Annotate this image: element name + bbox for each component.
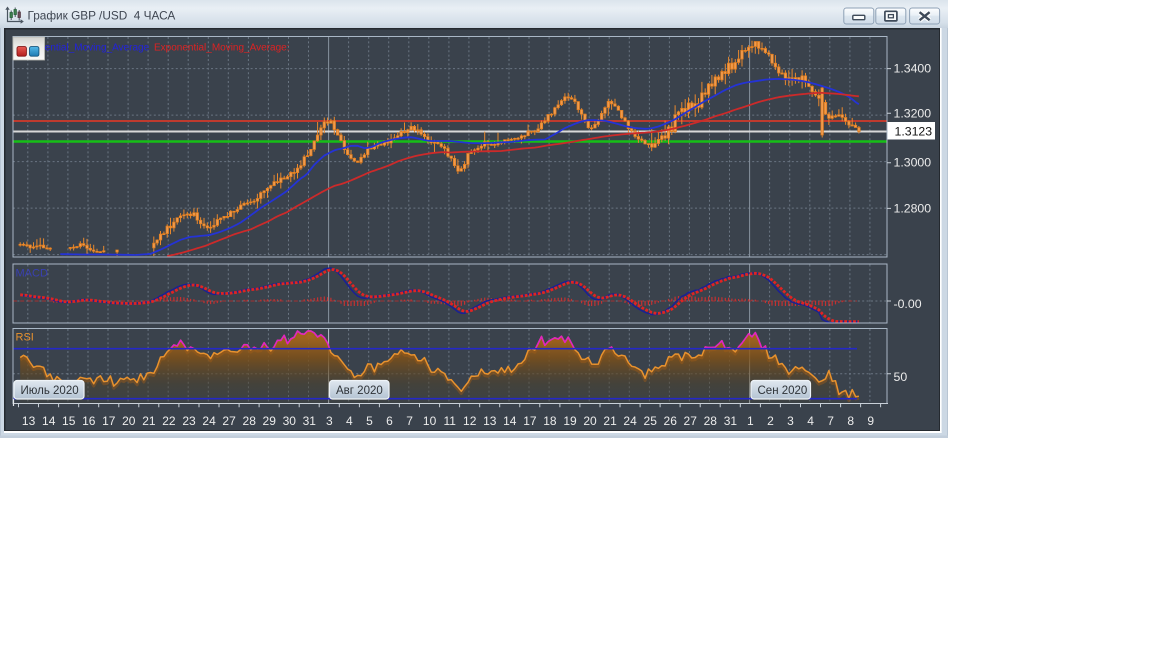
- svg-text:7: 7: [406, 414, 413, 428]
- svg-text:2: 2: [767, 414, 774, 428]
- svg-text:25: 25: [644, 414, 658, 428]
- svg-text:24: 24: [623, 414, 637, 428]
- svg-text:15: 15: [62, 414, 76, 428]
- svg-text:22: 22: [162, 414, 176, 428]
- svg-text:29: 29: [263, 414, 277, 428]
- svg-text:8: 8: [847, 414, 854, 428]
- svg-text:11: 11: [443, 414, 456, 428]
- svg-text:MACD: MACD: [16, 268, 48, 280]
- svg-text:7: 7: [827, 414, 834, 428]
- svg-text:1.3200: 1.3200: [894, 106, 932, 120]
- svg-text:16: 16: [82, 414, 96, 428]
- svg-text:1.3400: 1.3400: [894, 62, 932, 76]
- svg-text:ential_Moving_Average: ential_Moving_Average: [45, 43, 150, 54]
- svg-text:13: 13: [22, 414, 36, 428]
- svg-text:13: 13: [483, 414, 497, 428]
- svg-text:31: 31: [303, 414, 317, 428]
- svg-text:3: 3: [326, 414, 333, 428]
- svg-text:RSI: RSI: [16, 332, 34, 344]
- svg-text:21: 21: [142, 414, 156, 428]
- svg-text:14: 14: [503, 414, 517, 428]
- svg-text:Exponential_Moving_Average:: Exponential_Moving_Average:: [154, 43, 289, 54]
- svg-text:Сен 2020: Сен 2020: [758, 385, 808, 397]
- svg-text:3: 3: [787, 414, 794, 428]
- svg-text:19: 19: [563, 414, 577, 428]
- svg-text:1: 1: [747, 414, 754, 428]
- svg-text:50: 50: [894, 370, 908, 384]
- svg-text:12: 12: [463, 414, 477, 428]
- svg-text:28: 28: [704, 414, 718, 428]
- svg-text:17: 17: [102, 414, 116, 428]
- svg-text:27: 27: [684, 414, 698, 428]
- svg-text:4: 4: [807, 414, 814, 428]
- svg-text:Авг 2020: Авг 2020: [336, 385, 383, 397]
- svg-text:26: 26: [664, 414, 678, 428]
- svg-text:21: 21: [603, 414, 617, 428]
- svg-text:5: 5: [366, 414, 373, 428]
- svg-text:20: 20: [583, 414, 597, 428]
- svg-text:28: 28: [243, 414, 257, 428]
- svg-text:20: 20: [122, 414, 136, 428]
- svg-text:6: 6: [386, 414, 393, 428]
- svg-text:27: 27: [222, 414, 236, 428]
- svg-text:-0.00: -0.00: [894, 297, 922, 311]
- svg-text:24: 24: [202, 414, 216, 428]
- svg-text:18: 18: [543, 414, 557, 428]
- svg-text:График GBP /USD 4 ЧАСА: График GBP /USD 4 ЧАСА: [28, 9, 176, 23]
- svg-text:17: 17: [523, 414, 537, 428]
- svg-text:1.3000: 1.3000: [894, 156, 932, 170]
- svg-text:31: 31: [724, 414, 738, 428]
- svg-text:10: 10: [423, 414, 437, 428]
- svg-text:1.3123: 1.3123: [895, 124, 933, 138]
- svg-text:14: 14: [42, 414, 56, 428]
- svg-text:4: 4: [346, 414, 353, 428]
- svg-text:9: 9: [867, 414, 874, 428]
- svg-text:30: 30: [283, 414, 297, 428]
- svg-text:Июль 2020: Июль 2020: [21, 385, 79, 397]
- svg-text:1.2800: 1.2800: [894, 201, 932, 215]
- svg-text:23: 23: [182, 414, 196, 428]
